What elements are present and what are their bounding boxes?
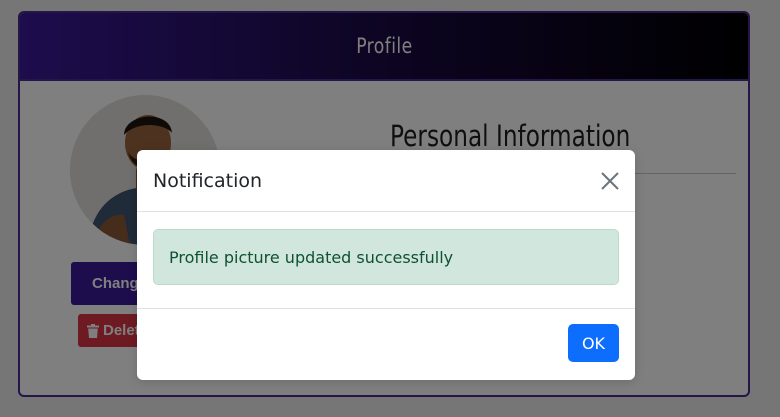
- success-message: Profile picture updated successfully: [169, 247, 454, 267]
- close-icon: [601, 172, 619, 190]
- ok-button[interactable]: OK: [568, 324, 619, 362]
- modal-footer: OK: [137, 309, 635, 380]
- success-alert: Profile picture updated successfully: [153, 229, 619, 285]
- modal-close-button[interactable]: [599, 170, 621, 192]
- notification-modal: Notification Profile picture updated suc…: [137, 150, 635, 380]
- modal-body: Profile picture updated successfully: [137, 212, 635, 309]
- modal-title: Notification: [153, 170, 263, 192]
- modal-header: Notification: [137, 150, 635, 212]
